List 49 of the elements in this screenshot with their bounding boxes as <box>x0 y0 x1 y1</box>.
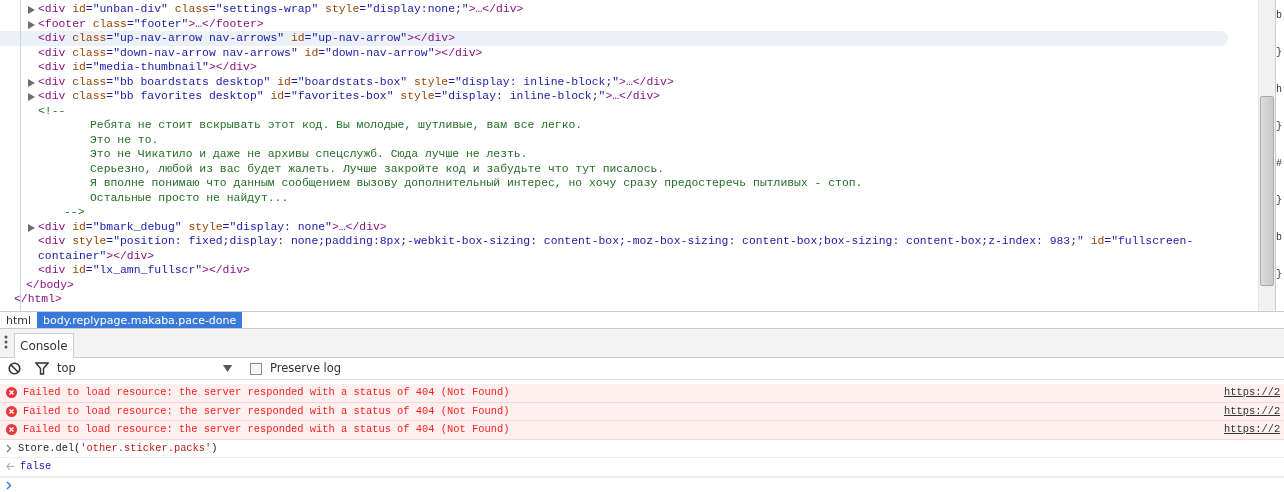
comment-line: Это не Чикатило и даже не архивы спецслужб. Сюда лучше не лезть. <box>90 147 528 162</box>
result-text: false <box>20 459 53 474</box>
source-link[interactable]: https://2 <box>1224 384 1284 402</box>
code-line[interactable]: <div id="lx_amn_fullscr"></div> <box>38 263 250 278</box>
code-fragment: } <box>1276 120 1283 134</box>
code-line[interactable]: <div class="up-nav-arrow nav-arrows" id="up-nav-arrow"></div> <box>38 31 455 46</box>
checkbox-label: Preserve log <box>270 359 342 377</box>
comment-line: Это не то. <box>90 132 159 147</box>
code-fragment: h <box>1276 83 1283 97</box>
code-fragment: b <box>1276 9 1283 23</box>
breadcrumb[interactable]: body.replypage.makaba.pace-done <box>37 312 243 328</box>
code-fragment: } <box>1276 46 1283 60</box>
code-fragment: } <box>1276 194 1283 208</box>
code-line[interactable]: </body> <box>26 277 74 292</box>
error-text: Failed to load resource: the server responded with a status of 404 (Not Found) <box>23 403 511 419</box>
code-line[interactable]: </html> <box>14 292 62 307</box>
source-link[interactable]: https://2 <box>1224 421 1284 439</box>
source-link[interactable]: https://2 <box>1224 402 1284 420</box>
code-line[interactable]: <div class="bb favorites desktop" id="favorites-box" style="display: inline-block;">…</div> <box>38 89 661 104</box>
code-fragment: # <box>1276 157 1283 171</box>
comment-line: Остальные просто не найдут... <box>90 190 289 205</box>
code-line[interactable]: <div class="bb boardstats desktop" id="boardstats-box" style="display: inline-block;">…</div> <box>38 74 674 89</box>
tree-row[interactable]: <div class="up-nav-arrow nav-arrows" id="up-nav-arrow"></div> <box>0 31 1228 46</box>
comment-line: Я вполне понимаю что данным сообщением вызову дополнительный интерес, но хочу сразу предостеречь пытливых - стоп. <box>90 176 863 191</box>
comment-line: --> <box>64 205 85 220</box>
tree-row[interactable]: <footer class="footer">…</footer> <box>0 16 1228 31</box>
tree-row[interactable]: <div id="bmark_debug" style="display: none">…</div> <box>0 219 1228 234</box>
tree-row[interactable]: <div id="lx_amn_fullscr"></div> <box>0 263 1228 278</box>
error-text: Failed to load resource: the server responded with a status of 404 (Not Found) <box>23 422 511 437</box>
code-fragment: } <box>1276 268 1283 282</box>
tree-row[interactable]: <div id="media-thumbnail"></div> <box>0 60 1228 75</box>
comment-line: <!-- <box>38 103 66 118</box>
tree-row[interactable]: <div class="down-nav-arrow nav-arrows" id="down-nav-arrow"></div> <box>0 45 1228 60</box>
tree-row[interactable]: <div class="bb boardstats desktop" id="boardstats-box" style="display: inline-block;">…</div> <box>0 74 1228 89</box>
code-line[interactable]: <div id="bmark_debug" style="display: none">…</div> <box>38 219 387 234</box>
tree-row[interactable]: <div id="unban-div" class="settings-wrap" style="display:none;">…</div> <box>0 2 1228 17</box>
comment-line: Ребята не стоит вскрывать этот код. Вы молодые, шутливые, вам все легко. <box>90 118 583 133</box>
code-line[interactable]: <div class="down-nav-arrow nav-arrows" id="down-nav-arrow"></div> <box>38 45 483 60</box>
code-fragment: b <box>1276 231 1283 245</box>
command-text: Store.del('other.sticker.packs') <box>18 440 219 456</box>
code-line[interactable]: <footer class="footer">…</footer> <box>38 16 264 31</box>
breadcrumb[interactable]: html <box>0 312 38 328</box>
code-line[interactable]: <div id="unban-div" class="settings-wrap" style="display:none;">…</div> <box>38 2 524 17</box>
comment-line: Серьезно, любой из вас будет жалеть. Лучше закройте код и забудьте что тут писалось. <box>90 161 665 176</box>
code-line[interactable]: <div id="media-thumbnail"></div> <box>38 60 257 75</box>
tree-row[interactable]: <div class="bb favorites desktop" id="favorites-box" style="display: inline-block;">…</div> <box>0 89 1228 104</box>
error-text: Failed to load resource: the server responded with a status of 404 (Not Found) <box>23 385 511 400</box>
context-dropdown[interactable]: top <box>57 359 232 378</box>
console-tab[interactable]: Console <box>14 333 74 358</box>
